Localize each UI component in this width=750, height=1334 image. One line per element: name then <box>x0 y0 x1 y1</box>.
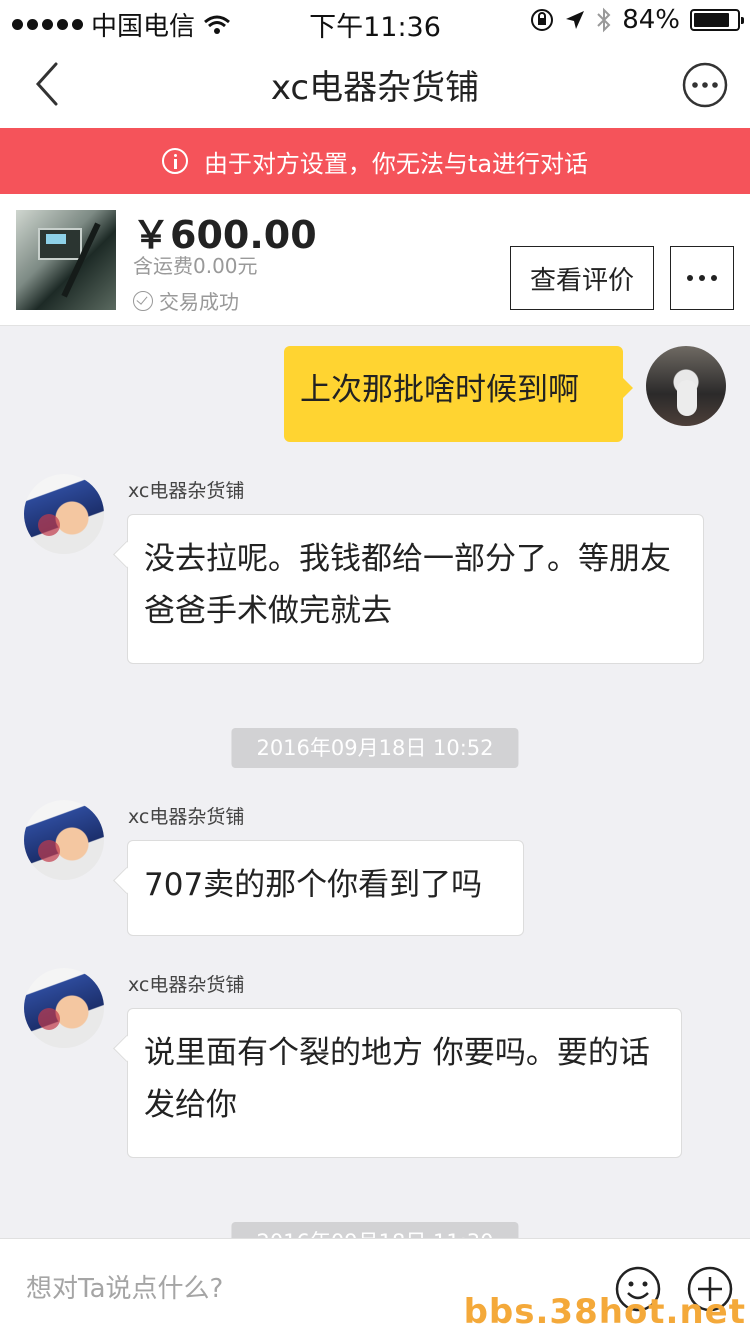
bluetooth-icon <box>597 7 611 33</box>
order-status: 交易成功 <box>133 286 239 315</box>
watermark: bbs.38hot.net <box>463 1292 746 1332</box>
shop-avatar[interactable] <box>24 968 104 1048</box>
shop-message-bubble[interactable]: 没去拉呢。我钱都给一部分了。等朋友爸爸手术做完就去 <box>127 514 704 664</box>
check-circle-icon <box>133 290 153 311</box>
product-image[interactable] <box>16 210 116 310</box>
sender-name: xc电器杂货铺 <box>128 480 245 502</box>
status-bar: 中国电信 下午11:36 84% <box>0 0 750 43</box>
my-message-bubble[interactable]: 上次那批啥时候到啊 <box>284 346 633 442</box>
input-bar: bbs.38hot.net <box>0 1238 750 1334</box>
shop-avatar[interactable] <box>24 474 104 554</box>
dot-icon <box>687 275 693 281</box>
my-avatar[interactable] <box>646 346 726 426</box>
blocked-banner: 由于对方设置，你无法与ta进行对话 <box>0 128 750 194</box>
order-status-text: 交易成功 <box>159 290 239 314</box>
page-title: xc电器杂货铺 <box>270 67 480 108</box>
message-text: 707卖的那个你看到了吗 <box>144 867 483 903</box>
battery-icon <box>690 9 744 31</box>
message-text: 上次那批啥时候到啊 <box>300 372 579 408</box>
rotation-lock-icon <box>531 9 554 31</box>
message-text: 说里面有个裂的地方 你要吗。要的话发给你 <box>144 1035 650 1123</box>
shop-avatar[interactable] <box>24 800 104 880</box>
battery-percent: 84% <box>622 5 680 35</box>
shop-message-bubble[interactable]: 说里面有个裂的地方 你要吗。要的话发给你 <box>127 1008 682 1158</box>
more-options-button[interactable] <box>682 62 728 108</box>
card-more-button[interactable] <box>670 246 734 310</box>
location-arrow-icon <box>566 11 585 29</box>
shop-message-bubble[interactable]: 707卖的那个你看到了吗 <box>127 840 524 936</box>
back-button[interactable] <box>28 58 68 110</box>
banner-text: 由于对方设置，你无法与ta进行对话 <box>203 149 589 178</box>
navigation-bar: xc电器杂货铺 <box>0 40 750 128</box>
sender-name: xc电器杂货铺 <box>128 974 245 996</box>
dot-icon <box>699 275 705 281</box>
status-right: 84% <box>530 5 744 35</box>
info-icon <box>161 148 188 174</box>
product-card[interactable]: ￥600.00 含运费0.00元 交易成功 查看评价 <box>0 194 750 326</box>
message-timestamp: 2016年09月18日 10:52 <box>231 728 519 768</box>
sender-name: xc电器杂货铺 <box>128 806 245 828</box>
shipping-fee: 含运费0.00元 <box>133 254 258 278</box>
dot-icon <box>711 275 717 281</box>
message-text: 没去拉呢。我钱都给一部分了。等朋友爸爸手术做完就去 <box>144 541 671 629</box>
view-review-button[interactable]: 查看评价 <box>510 246 654 310</box>
